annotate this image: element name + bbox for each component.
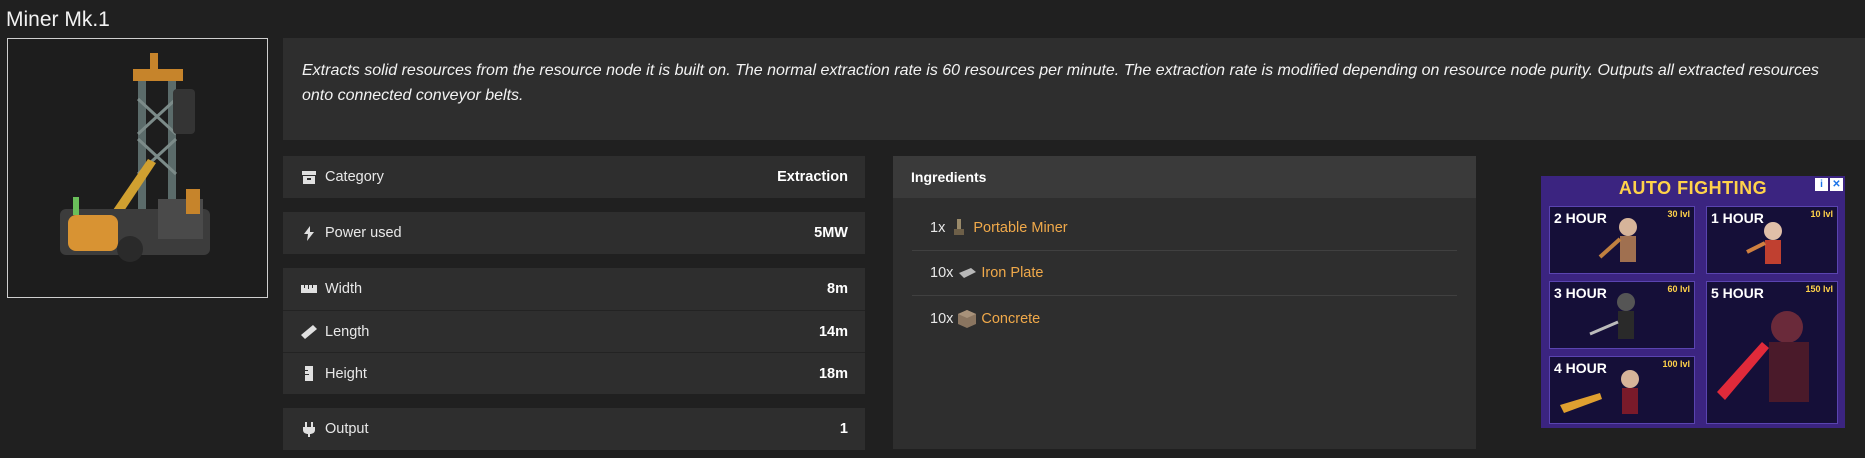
width-row: Width 8m [283, 268, 865, 310]
concrete-icon [956, 308, 978, 330]
height-row: Height 18m [283, 352, 865, 394]
height-label: Height [325, 365, 367, 382]
ad-card-time: 3 HOUR [1554, 285, 1607, 301]
property-dimensions: Width 8m Length 14m Height 18m [283, 268, 865, 394]
height-value: 18m [818, 365, 848, 382]
page-title: Miner Mk.1 [6, 8, 110, 31]
length-label: Length [325, 323, 370, 340]
property-output: Output 1 [283, 408, 865, 450]
description: Extracts solid resources from the resour… [283, 38, 1865, 140]
ingredient-link-concrete[interactable]: Concrete [981, 311, 1040, 327]
ingredient-row: 1x Portable Miner [912, 206, 1457, 251]
advertisement[interactable]: AUTO FIGHTING i ✕ 2 HOUR 30 lvl 1 HOUR 1… [1541, 176, 1845, 428]
length-row: Length 14m [283, 310, 865, 352]
ingredient-link-portable-miner[interactable]: Portable Miner [973, 220, 1067, 236]
ingredient-row: 10x Concrete [912, 296, 1457, 341]
ad-card-time: 2 HOUR [1554, 210, 1607, 226]
output-value: 1 [839, 421, 848, 437]
ad-card-level: 10 lvl [1810, 209, 1833, 219]
lightning-icon [301, 225, 317, 241]
ruler-diagonal-icon [301, 324, 317, 340]
ruler-vertical-icon [301, 366, 317, 382]
ad-card-time: 5 HOUR [1711, 285, 1764, 301]
power-label: Power used [325, 225, 402, 241]
category-value: Extraction [777, 169, 848, 185]
ingredient-link-iron-plate[interactable]: Iron Plate [981, 265, 1043, 281]
ingredients-title: Ingredients [893, 156, 1476, 198]
iron-plate-icon [956, 262, 978, 284]
ingredient-qty: 1x [930, 220, 946, 236]
ad-card: 3 HOUR 60 lvl [1549, 281, 1695, 349]
ad-card: 4 HOUR 100 lvl [1549, 356, 1695, 424]
ad-card: 5 HOUR 150 lvl [1706, 281, 1838, 424]
length-value: 14m [818, 323, 848, 340]
building-image [7, 38, 268, 298]
ad-card-level: 100 lvl [1662, 359, 1690, 369]
ad-card-level: 30 lvl [1667, 209, 1690, 219]
width-value: 8m [827, 281, 848, 297]
plug-icon [301, 421, 317, 437]
property-category: Category Extraction [283, 156, 865, 198]
ingredient-qty: 10x [930, 265, 954, 281]
archive-icon [301, 169, 317, 185]
property-power: Power used 5MW [283, 212, 865, 254]
ingredient-row: 10x Iron Plate [912, 251, 1457, 296]
ruler-icon [301, 281, 317, 297]
width-label: Width [325, 281, 363, 297]
ad-card-level: 60 lvl [1667, 284, 1690, 294]
ad-card-time: 4 HOUR [1554, 360, 1607, 376]
ad-card: 2 HOUR 30 lvl [1549, 206, 1695, 274]
category-label: Category [325, 169, 384, 185]
power-value: 5MW [814, 225, 848, 241]
output-label: Output [325, 421, 369, 437]
ingredients-panel: Ingredients 1x Portable Miner 10x Iron P… [893, 156, 1476, 449]
ad-card-level: 150 lvl [1805, 284, 1833, 294]
ad-title: AUTO FIGHTING [1618, 178, 1768, 198]
ad-card-time: 1 HOUR [1711, 210, 1764, 226]
ad-close-icon[interactable]: ✕ [1830, 178, 1843, 191]
ad-controls: i ✕ [1815, 178, 1843, 191]
ad-card: 1 HOUR 10 lvl [1706, 206, 1838, 274]
ingredient-qty: 10x [930, 310, 954, 327]
ad-info-icon[interactable]: i [1815, 178, 1828, 191]
miner-illustration [8, 39, 267, 297]
portable-miner-icon [948, 217, 970, 239]
